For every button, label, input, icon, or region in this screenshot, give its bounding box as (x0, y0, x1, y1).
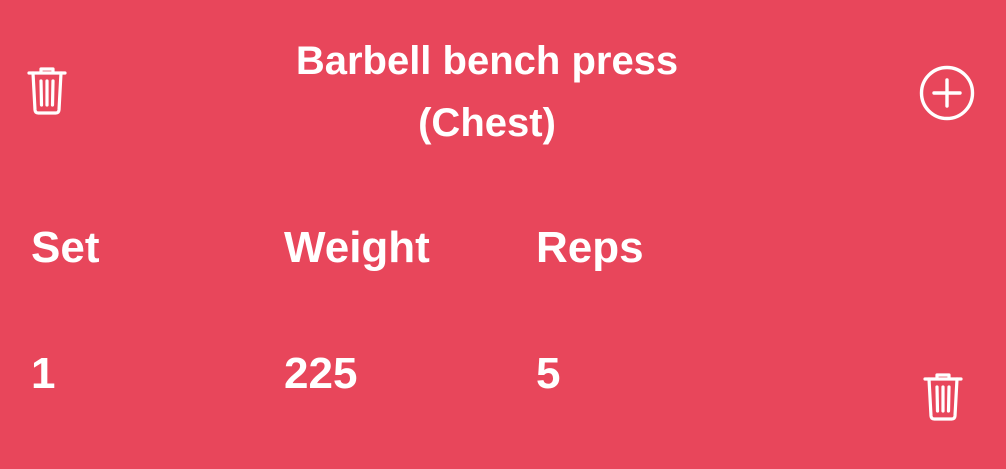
exercise-title: Barbell bench press (Chest) (200, 30, 774, 154)
set-weight[interactable]: 225 (284, 348, 357, 400)
trash-icon (27, 67, 67, 115)
header-weight: Weight (284, 223, 430, 272)
header-set: Set (31, 223, 100, 272)
set-number: 1 (31, 349, 56, 398)
exercise-card: Barbell bench press (Chest) Set Weight R… (0, 0, 1006, 469)
exercise-name: Barbell bench press (295, 39, 679, 83)
trash-icon (923, 373, 963, 421)
set-reps[interactable]: 5 (536, 348, 560, 400)
header-reps: Reps (536, 223, 644, 272)
add-set-button[interactable] (916, 62, 978, 124)
exercise-muscle-group: (Chest) (418, 101, 556, 145)
delete-set-button[interactable] (920, 370, 966, 422)
delete-exercise-button[interactable] (24, 64, 70, 116)
plus-circle-icon (919, 65, 975, 121)
